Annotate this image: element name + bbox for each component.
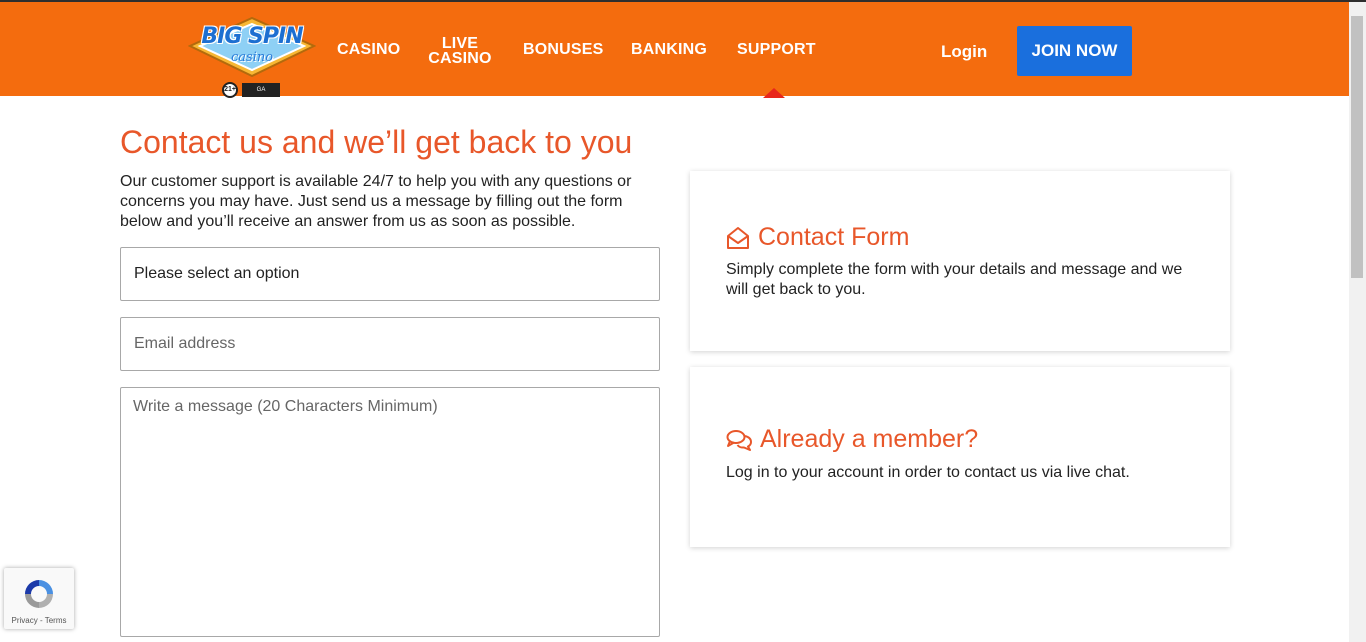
nav-support[interactable]: SUPPORT [737,42,816,58]
nav-live-casino-line2: CASINO [428,50,492,67]
page-scrollbar[interactable] [1349,2,1366,642]
age-21-badge: 21+ [222,82,238,98]
chat-bubbles-icon [726,429,752,451]
login-link[interactable]: Login [941,42,987,62]
message-textarea[interactable] [120,387,660,637]
already-member-heading: Already a member? [726,425,978,454]
contact-form-title: Contact Form [758,223,910,251]
recaptcha-icon [25,580,53,608]
nav-bonuses[interactable]: BONUSES [523,42,604,58]
contact-form-card: Contact Form Simply complete the form wi… [690,171,1230,351]
join-now-button[interactable]: JOIN NOW [1017,26,1132,76]
already-member-title: Already a member? [760,425,979,453]
email-field[interactable] [120,317,660,371]
already-member-card: Already a member? Log in to your account… [690,367,1230,547]
recaptcha-badge[interactable]: Privacy - Terms [4,568,74,629]
scrollbar-thumb[interactable] [1351,16,1363,278]
recaptcha-separator: - [37,616,45,625]
recaptcha-links: Privacy - Terms [4,616,74,625]
already-member-text: Log in to your account in order to conta… [726,464,1130,481]
contact-form-text: Simply complete the form with your detai… [726,261,1183,298]
nav-live-casino-line1: LIVE [441,35,479,52]
logo-subtitle: casino [230,50,274,65]
gamblers-anonymous-badge: GA [242,83,280,97]
contact-form-heading: Contact Form [726,223,909,252]
logo-title: BIG SPIN [201,24,303,49]
nav-live-casino[interactable]: LIVE CASINO [428,35,492,67]
nav-casino[interactable]: CASINO [337,42,400,58]
big-spin-logo[interactable]: BIG SPIN casino 21+ GA [188,16,316,98]
active-nav-indicator [763,88,785,98]
recaptcha-privacy-link[interactable]: Privacy [12,616,38,625]
topic-select[interactable]: Please select an option [120,247,660,301]
envelope-open-icon [727,226,749,249]
intro-text: Our customer support is available 24/7 t… [120,173,632,230]
site-header: BIG SPIN casino 21+ GA CASINO LIVE CASIN… [0,0,1366,98]
recaptcha-terms-link[interactable]: Terms [45,616,67,625]
page-title: Contact us and we’ll get back to you [120,124,633,160]
nav-banking[interactable]: BANKING [631,42,707,58]
